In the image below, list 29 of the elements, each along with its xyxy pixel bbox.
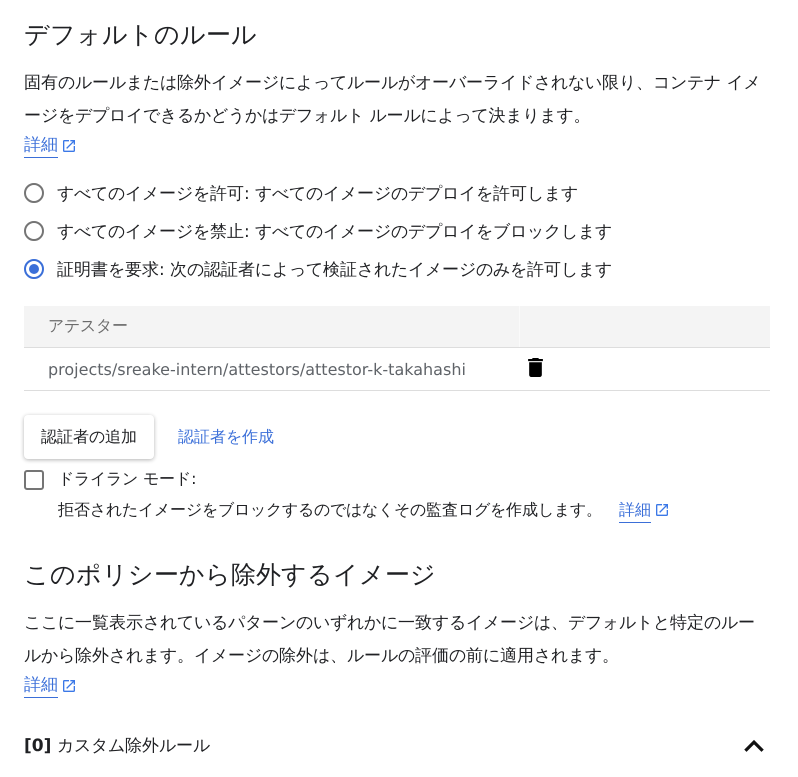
section-title: このポリシーから除外するイメージ [24, 559, 437, 591]
description-text: ここに一覧表示されているパターンのいずれかに一致するイメージは、デフォルトと特定のルールから除外されます。イメージの除外は、ルールの評価の前に適用されます。 [24, 612, 756, 668]
chevron-up-icon[interactable] [744, 739, 764, 752]
column-header: アテスター [24, 306, 520, 348]
external-link-icon [61, 138, 77, 154]
radio-button[interactable] [24, 259, 44, 279]
details-link[interactable]: 詳細 [24, 673, 58, 698]
section-title: デフォルトのルール [24, 19, 258, 51]
panel-title: [0] カスタム除外ルール [24, 735, 210, 757]
external-link-icon [654, 502, 670, 518]
description-text: 固有のルールまたは除外イメージによってルールがオーバーライドされない限り、コンテナ イメージをデプロイできるかどうかはデフォルト ルールによって決まります。 [24, 72, 762, 128]
details-link[interactable]: 詳細 [24, 133, 58, 158]
radio-label: 証明書を要求: 次の認証者によって検証されたイメージのみを許可します [57, 258, 612, 280]
checkbox[interactable] [24, 470, 44, 490]
create-attestor-link[interactable]: 認証者を作成 [164, 418, 288, 456]
radio-label: すべてのイメージを許可: すべてのイメージのデプロイを許可します [57, 182, 578, 204]
radio-option[interactable]: すべてのイメージを禁止: すべてのイメージのデプロイをブロックします [24, 216, 770, 246]
add-attestor-button[interactable]: 認証者の追加 [24, 415, 154, 459]
radio-option[interactable]: すべてのイメージを許可: すべてのイメージのデプロイを許可します [24, 178, 770, 208]
description-text: 拒否されたイメージをブロックするのではなくその監査ログを作成します。 [58, 499, 602, 521]
radio-label: すべてのイメージを禁止: すべてのイメージのデプロイをブロックします [57, 220, 612, 242]
radio-button[interactable] [24, 183, 44, 203]
radio-option[interactable]: 証明書を要求: 次の認証者によって検証されたイメージのみを許可します [24, 254, 770, 284]
details-link[interactable]: 詳細 [619, 498, 651, 522]
delete-icon[interactable] [528, 358, 542, 376]
checkbox-label: ドライラン モード: [58, 468, 198, 490]
external-link-icon [61, 678, 77, 694]
table-cell: projects/sreake-intern/attestors/attestor-k-takahashi [24, 348, 520, 390]
radio-button[interactable] [24, 221, 44, 241]
